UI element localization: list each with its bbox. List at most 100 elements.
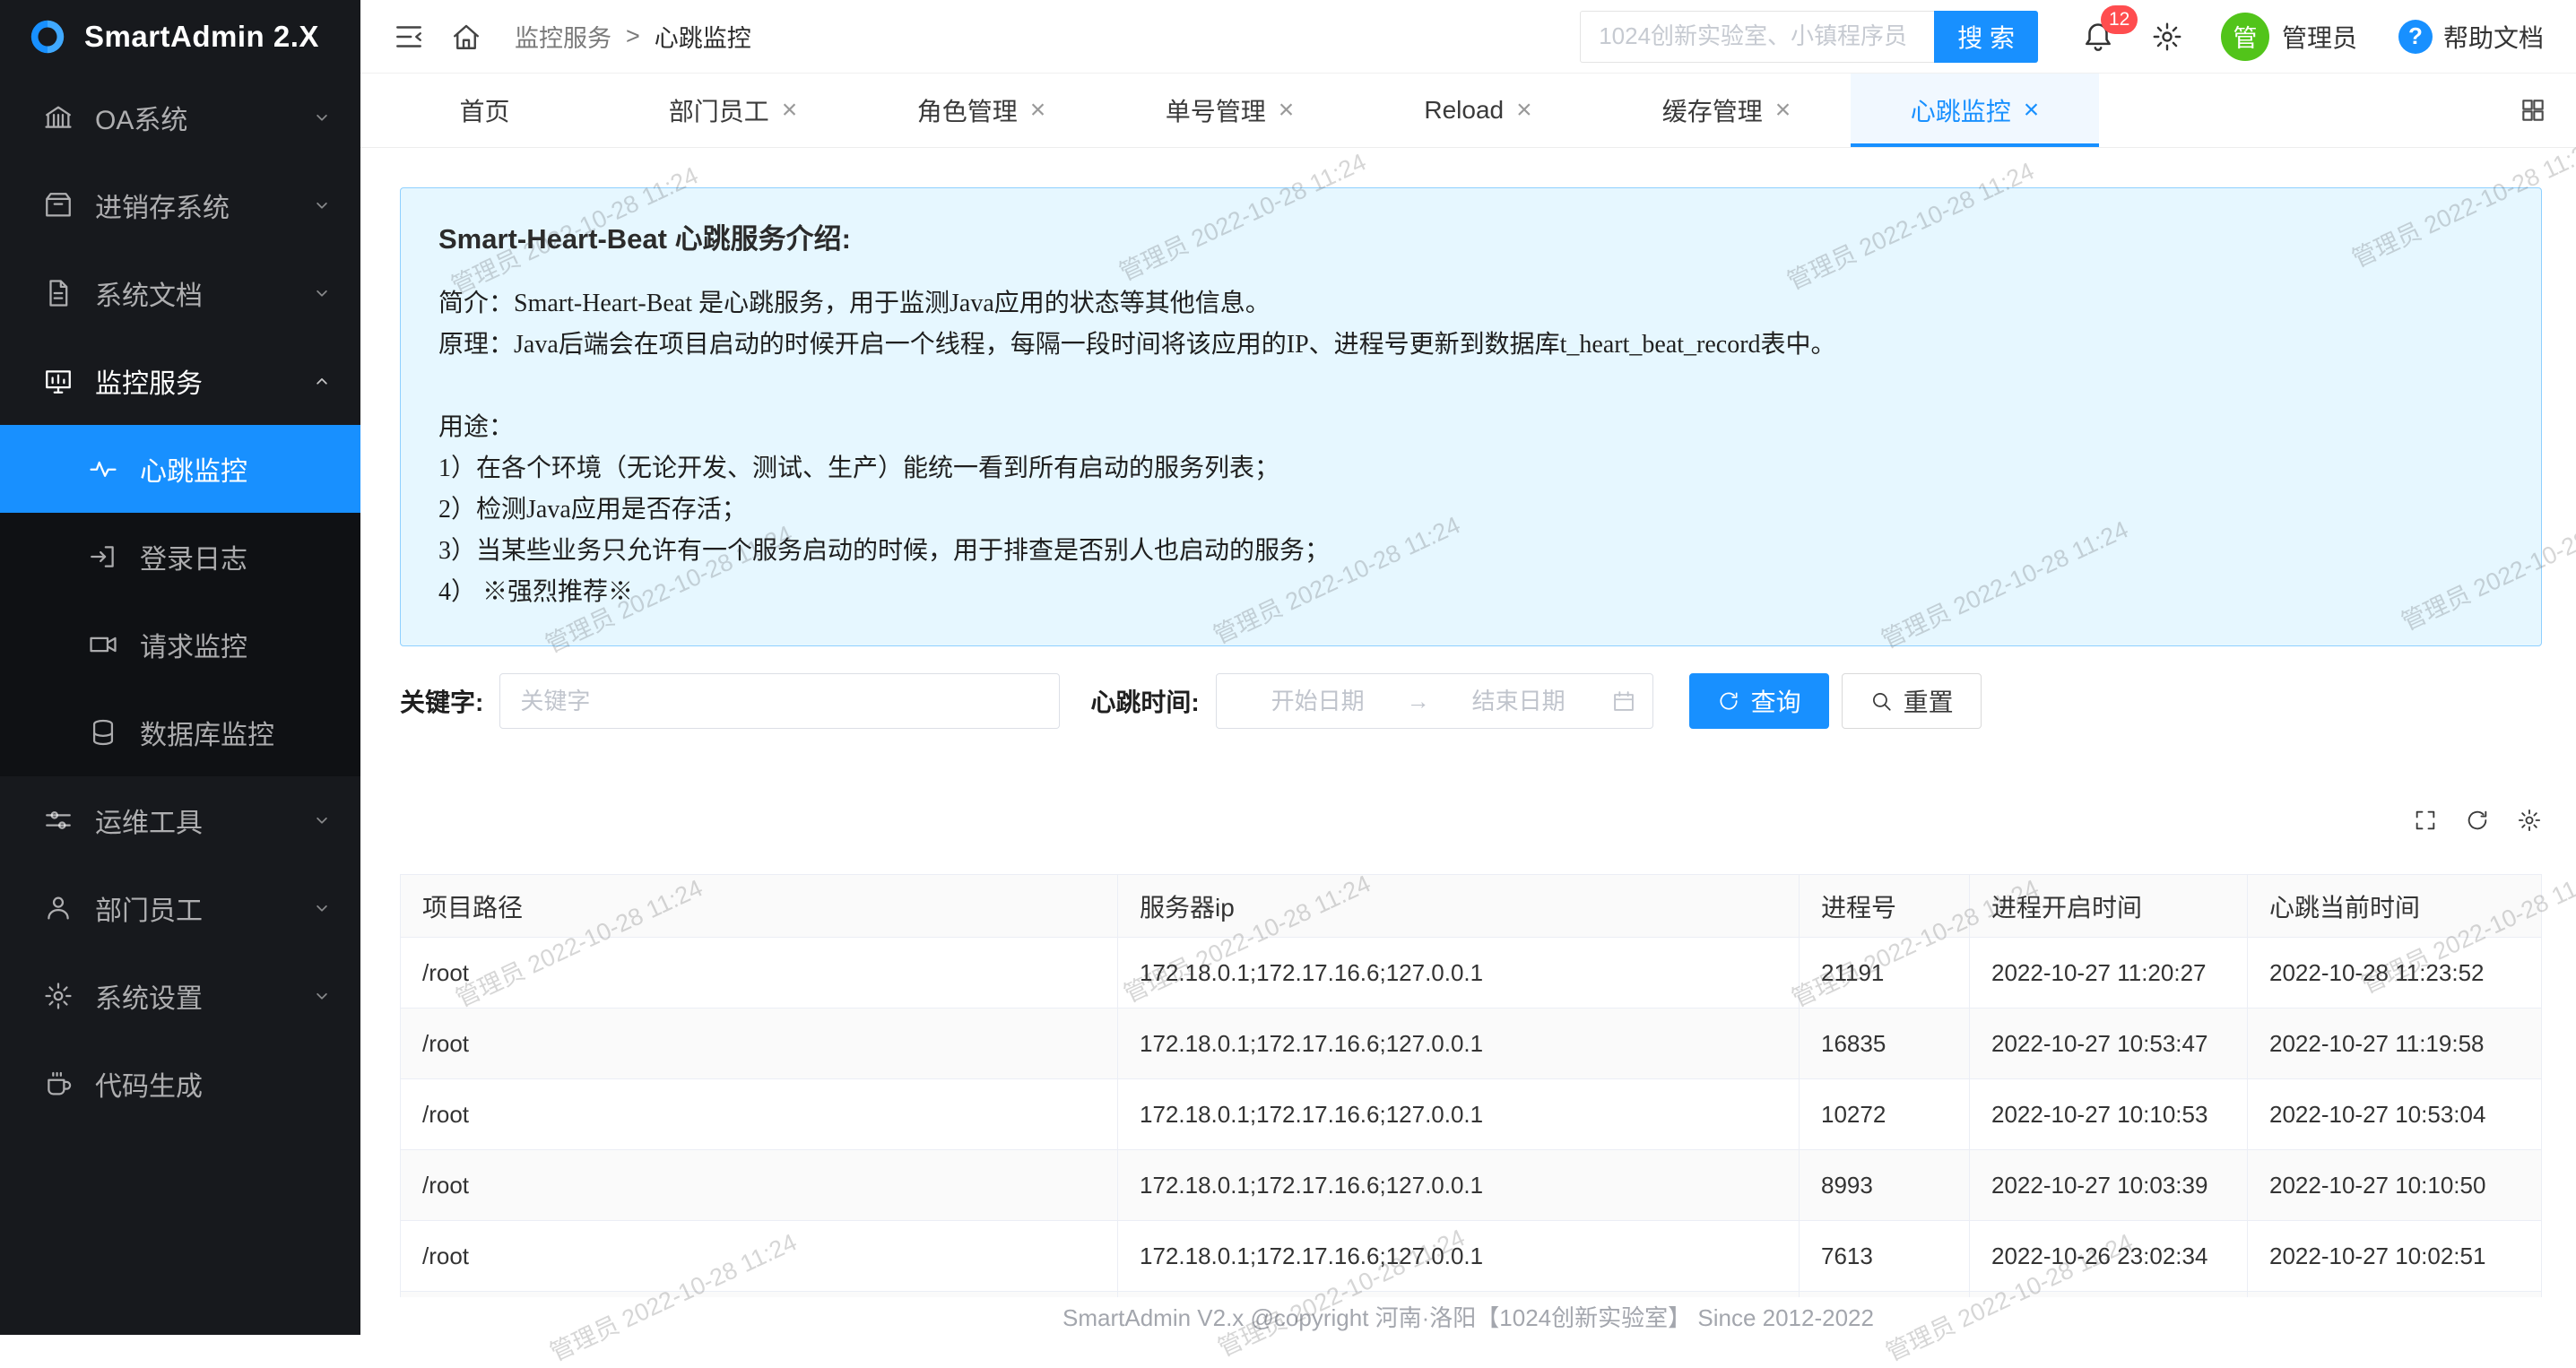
header-gear-icon[interactable] (2151, 21, 2183, 53)
tab-reload[interactable]: Reload × (1354, 74, 1602, 147)
cell-path: /root (401, 1079, 1118, 1150)
cell-heartbeat-time: 2022-10-27 10:02:51 (2248, 1221, 2542, 1292)
close-icon[interactable]: × (782, 97, 798, 124)
sidebar-item-oa[interactable]: OA系统 (0, 74, 360, 161)
cell-path: /root (401, 1009, 1118, 1079)
tab-serial-manage[interactable]: 单号管理 × (1106, 74, 1354, 147)
table-row: /root 172.18.0.1;172.17.16.6;127.0.0.1 1… (401, 1079, 2542, 1150)
query-button-label: 查询 (1751, 683, 1801, 719)
logo-icon (27, 16, 68, 57)
sidebar-item-system-settings[interactable]: 系统设置 (0, 952, 360, 1040)
chevron-down-icon (310, 281, 334, 305)
intro-line: 2）检测Java应用是否存活； (438, 489, 2503, 531)
sidebar-item-monitor-services[interactable]: 监控服务 (0, 337, 360, 425)
breadcrumb-item[interactable]: 监控服务 (515, 19, 611, 54)
heartbeat-intro-panel: Smart-Heart-Beat 心跳服务介绍: 简介：Smart-Heart-… (400, 187, 2542, 646)
tab-heartbeat-monitor[interactable]: 心跳监控 × (1851, 74, 2099, 147)
cell-pid: 10272 (1800, 1079, 1970, 1150)
help-doc-link[interactable]: 帮助文档 (2443, 19, 2544, 55)
intro-line: 3）当某些业务只允许有一个服务启动的时候，用于排查是否别人也启动的服务； (438, 531, 2503, 572)
table-header-row: 项目路径 服务器ip 进程号 进程开启时间 心跳当前时间 (401, 875, 2542, 938)
reset-button-label: 重置 (1904, 683, 1954, 719)
tab-label: Reload (1424, 96, 1504, 125)
tab-label: 角色管理 (917, 92, 1018, 128)
keyword-input[interactable] (499, 673, 1060, 729)
gear-icon (43, 981, 74, 1011)
main-content: Smart-Heart-Beat 心跳服务介绍: 简介：Smart-Heart-… (360, 148, 2576, 1335)
intro-line: 1）在各个环境（无论开发、测试、生产）能统一看到所有启动的服务列表； (438, 448, 2503, 489)
chevron-down-icon (310, 984, 334, 1008)
sidebar-item-label: 运维工具 (95, 801, 203, 840)
sidebar-item-heartbeat-monitor[interactable]: 心跳监控 (0, 425, 360, 513)
menu-fold-icon[interactable] (393, 21, 425, 53)
column-header: 服务器ip (1118, 875, 1800, 938)
app-title: SmartAdmin 2.X (84, 20, 319, 54)
cell-ip: 172.18.0.1;172.17.16.6;127.0.0.1 (1118, 1150, 1800, 1221)
cell-start-time: 2022-10-26 23:02:34 (1970, 1221, 2248, 1292)
global-search-input[interactable] (1580, 11, 1934, 63)
end-date-input[interactable] (1434, 688, 1604, 715)
cell-heartbeat-time: 2022-10-27 10:10:50 (2248, 1150, 2542, 1221)
intro-line: 用途： (438, 407, 2503, 448)
sidebar-item-codegen[interactable]: 代码生成 (0, 1040, 360, 1128)
sidebar-item-staff[interactable]: 部门员工 (0, 864, 360, 952)
chevron-down-icon (310, 106, 334, 129)
tab-options-button[interactable] (2490, 74, 2576, 147)
query-button[interactable]: 查询 (1689, 673, 1829, 729)
grid-icon (2519, 96, 2547, 125)
inventory-icon (43, 190, 74, 221)
fullscreen-icon[interactable] (2413, 808, 2438, 833)
app-logo[interactable]: SmartAdmin 2.X (0, 0, 360, 74)
sidebar-item-ops-tools[interactable]: 运维工具 (0, 776, 360, 864)
user-name[interactable]: 管理员 (2282, 19, 2357, 55)
search-button[interactable]: 搜 索 (1934, 11, 2038, 63)
cell-pid: 7613 (1800, 1221, 1970, 1292)
home-icon[interactable] (450, 21, 482, 53)
close-icon[interactable]: × (2024, 97, 2040, 124)
tab-home[interactable]: 首页 (360, 74, 609, 147)
sidebar-item-inventory[interactable]: 进销存系统 (0, 161, 360, 249)
sidebar-item-label: OA系统 (95, 98, 187, 137)
close-icon[interactable]: × (1516, 97, 1532, 124)
refresh-icon[interactable] (2465, 808, 2490, 833)
notifications-button[interactable]: 12 (2081, 20, 2115, 54)
tab-cache-manage[interactable]: 缓存管理 × (1602, 74, 1851, 147)
sidebar-item-login-log[interactable]: 登录日志 (0, 513, 360, 601)
help-icon[interactable]: ? (2398, 20, 2433, 54)
sidebar-item-label: 代码生成 (95, 1064, 203, 1104)
breadcrumb-item-current: 心跳监控 (655, 19, 751, 54)
intro-line (438, 366, 2503, 407)
sidebar: SmartAdmin 2.X OA系统 进销存系统 系统文档 监控服务 心跳监控 (0, 0, 360, 1335)
close-icon[interactable]: × (1279, 97, 1295, 124)
table-row: /root 172.18.0.1;172.17.16.6;127.0.0.1 8… (401, 1150, 2542, 1221)
chevron-down-icon (310, 896, 334, 920)
column-settings-icon[interactable] (2517, 808, 2542, 833)
close-icon[interactable]: × (1030, 97, 1046, 124)
tab-role-manage[interactable]: 角色管理 × (857, 74, 1106, 147)
sidebar-item-request-monitor[interactable]: 请求监控 (0, 601, 360, 688)
intro-line: 4） ※强烈推荐※ (438, 572, 2503, 613)
codegen-icon (43, 1069, 74, 1099)
cell-ip: 172.18.0.1;172.17.16.6;127.0.0.1 (1118, 1009, 1800, 1079)
tab-label: 缓存管理 (1662, 92, 1763, 128)
tab-staff[interactable]: 部门员工 × (609, 74, 857, 147)
tab-label: 部门员工 (669, 92, 769, 128)
intro-title: Smart-Heart-Beat 心跳服务介绍: (438, 221, 2503, 258)
avatar[interactable]: 管 (2221, 13, 2269, 61)
sidebar-item-label: 登录日志 (140, 537, 247, 576)
chevron-up-icon (310, 369, 334, 393)
sidebar-item-docs[interactable]: 系统文档 (0, 249, 360, 337)
reset-button[interactable]: 重置 (1842, 673, 1982, 729)
sidebar-item-label: 心跳监控 (140, 449, 247, 489)
footer: SmartAdmin V2.x @copyright 河南·洛阳【1024创新实… (360, 1297, 2576, 1335)
date-range-picker[interactable]: → (1216, 673, 1653, 729)
cell-path: /root (401, 1150, 1118, 1221)
close-icon[interactable]: × (1775, 97, 1791, 124)
filter-bar: 关键字: 心跳时间: → 查询 重置 (400, 673, 2542, 729)
heartbeat-table: 项目路径 服务器ip 进程号 进程开启时间 心跳当前时间 /root 172.1… (400, 874, 2542, 1335)
sidebar-item-database-monitor[interactable]: 数据库监控 (0, 688, 360, 776)
cell-ip: 172.18.0.1;172.17.16.6;127.0.0.1 (1118, 1221, 1800, 1292)
sidebar-item-label: 系统文档 (95, 273, 203, 313)
start-date-input[interactable] (1233, 688, 1403, 715)
heartbeat-icon (88, 454, 118, 484)
